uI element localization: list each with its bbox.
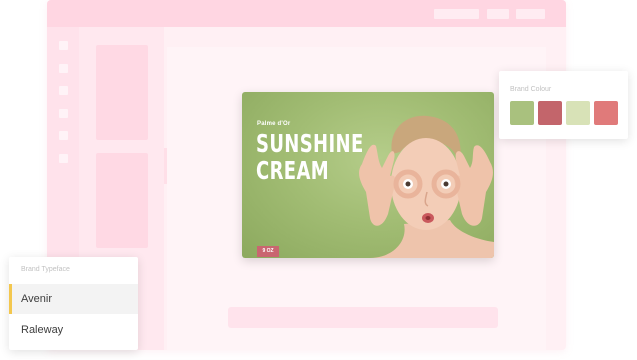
toolbar-button-placeholder[interactable] <box>516 9 545 19</box>
colour-swatch[interactable] <box>538 101 562 125</box>
typeface-option-raleway[interactable]: Raleway <box>9 315 138 345</box>
bottom-toolbar-placeholder <box>228 307 498 328</box>
toolbar-button-placeholder[interactable] <box>434 9 479 19</box>
colour-swatch[interactable] <box>594 101 618 125</box>
colour-swatch[interactable] <box>566 101 590 125</box>
ad-brand-name: Palme d'Or <box>257 121 291 127</box>
toolbar-button-placeholder[interactable] <box>487 9 509 19</box>
rail-tool-icon[interactable] <box>59 109 68 118</box>
stage: Palme d'Or SUNSHINE CREAM 9 OZ Brand Col… <box>0 0 637 360</box>
size-badge: 9 OZ <box>257 246 279 257</box>
rail-tool-icon[interactable] <box>59 86 68 95</box>
colour-swatch[interactable] <box>510 101 534 125</box>
ad-headline-line: CREAM <box>256 156 330 185</box>
rail-tool-icon[interactable] <box>59 131 68 140</box>
rail-tool-icon[interactable] <box>59 154 68 163</box>
rail-tool-icon[interactable] <box>59 41 68 50</box>
brand-typeface-label: Brand Typeface <box>21 266 70 273</box>
typeface-option-avenir[interactable]: Avenir <box>9 284 138 314</box>
ad-headline-line: SUNSHINE <box>256 129 364 158</box>
rail-tool-icon[interactable] <box>59 64 68 73</box>
template-thumbnail[interactable] <box>96 153 148 248</box>
template-thumbnail[interactable] <box>96 45 148 140</box>
brand-typeface-panel: Brand Typeface Avenir Raleway <box>9 257 138 350</box>
ad-headline: SUNSHINE CREAM <box>256 130 364 184</box>
brand-colour-panel: Brand Colour <box>499 71 628 139</box>
brand-colour-label: Brand Colour <box>510 86 552 93</box>
ad-creative[interactable]: Palme d'Or SUNSHINE CREAM 9 OZ <box>242 92 494 258</box>
titlebar <box>47 0 566 27</box>
